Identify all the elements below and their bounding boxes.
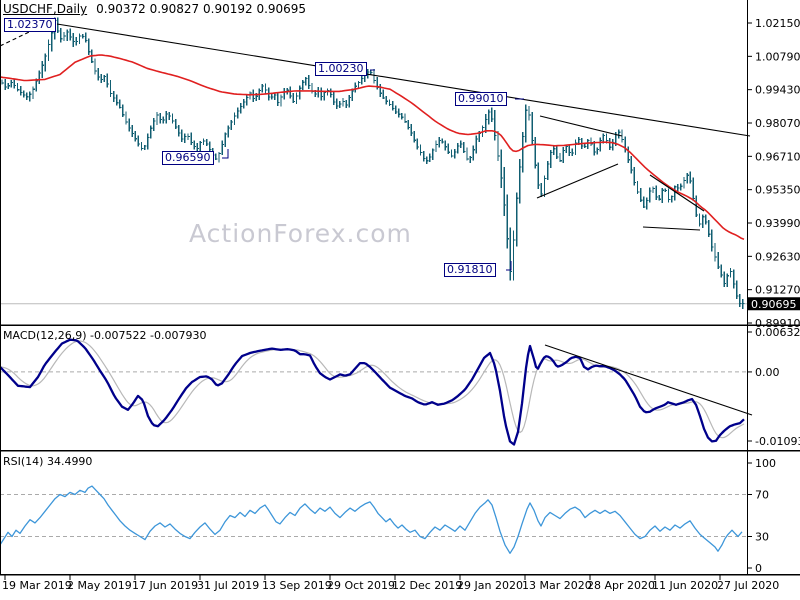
macd-panel (0, 338, 753, 446)
svg-text:12 Dec 2019: 12 Dec 2019 (392, 579, 462, 592)
panel-borders (0, 0, 800, 576)
svg-text:0.95350: 0.95350 (755, 184, 800, 197)
svg-text:0.98070: 0.98070 (755, 117, 800, 130)
svg-text:0.00: 0.00 (755, 366, 780, 379)
svg-text:0.99430: 0.99430 (755, 84, 800, 97)
price-label-1.02370: 1.02370 (4, 18, 56, 32)
forex-chart-screenshot: 1.02150 1.00790 0.99430 0.98070 0.96710 0.953… (0, 0, 800, 600)
svg-text:30: 30 (755, 531, 769, 544)
price-label-0.99010: 0.99010 (455, 92, 507, 106)
svg-text:29 Jan 2020: 29 Jan 2020 (457, 579, 523, 592)
svg-text:0.93990: 0.93990 (755, 217, 800, 230)
right-axis-main: 1.02150 1.00790 0.99430 0.98070 0.96710 0.953… (747, 17, 800, 330)
svg-text:17 Jun 2019: 17 Jun 2019 (132, 579, 198, 592)
svg-text:0.006321: 0.006321 (755, 326, 800, 339)
chart-title: USDCHF,Daily 0.90372 0.90827 0.90192 0.90… (3, 2, 306, 16)
svg-text:-0.010939: -0.010939 (755, 435, 800, 448)
main-trendlines (0, 20, 751, 231)
svg-text:70: 70 (755, 489, 769, 502)
rsi-indicator-label: RSI(14) 34.4990 (3, 455, 93, 468)
svg-text:1.00790: 1.00790 (755, 50, 800, 63)
svg-text:0.92630: 0.92630 (755, 250, 800, 263)
rsi-line (0, 485, 743, 554)
svg-text:31 Jul 2019: 31 Jul 2019 (197, 579, 259, 592)
svg-text:27 Jul 2020: 27 Jul 2020 (717, 579, 779, 592)
svg-text:2 May 2019: 2 May 2019 (67, 579, 132, 592)
date-axis: 19 Mar 20192 May 2019 17 Jun 201931 Jul 2… (2, 575, 779, 592)
svg-text:0.96710: 0.96710 (755, 150, 800, 163)
svg-text:29 Oct 2019: 29 Oct 2019 (327, 579, 395, 592)
right-axis-macd: 0.006321 0.00 -0.010939 (747, 326, 800, 448)
current-price-tag: 0.90695 (747, 297, 800, 311)
chart-canvas: 1.02150 1.00790 0.99430 0.98070 0.96710 0.953… (0, 0, 800, 592)
macd-main-line (0, 338, 745, 446)
moving-average-line (0, 54, 745, 241)
svg-text:0.91270: 0.91270 (755, 284, 800, 297)
price-bars (1, 17, 745, 309)
right-axis-rsi: 100 70 30 0 (747, 457, 776, 575)
svg-text:0: 0 (755, 562, 762, 575)
price-label-0.91810: 0.91810 (444, 263, 496, 277)
actionforex-watermark: ActionForex.com (189, 219, 412, 248)
ohlc-values: 0.90372 0.90827 0.90192 0.90695 (96, 2, 307, 16)
svg-text:19 Mar 2019: 19 Mar 2019 (2, 579, 72, 592)
svg-text:0.90695: 0.90695 (751, 298, 797, 311)
svg-text:13 Mar 2020: 13 Mar 2020 (522, 579, 592, 592)
svg-text:100: 100 (755, 457, 776, 470)
svg-text:13 Sep 2019: 13 Sep 2019 (262, 579, 332, 592)
svg-text:28 Apr 2020: 28 Apr 2020 (587, 579, 655, 592)
price-label-1.00230: 1.00230 (315, 62, 367, 76)
symbol-timeframe-label: USDCHF,Daily (3, 2, 88, 16)
macd-indicator-label: MACD(12,26,9) -0.007522 -0.007930 (3, 329, 207, 342)
svg-text:11 Jun 2020: 11 Jun 2020 (652, 579, 718, 592)
rsi-panel (0, 485, 747, 554)
price-label-0.96590: 0.96590 (162, 151, 214, 165)
svg-text:1.02150: 1.02150 (755, 17, 800, 30)
